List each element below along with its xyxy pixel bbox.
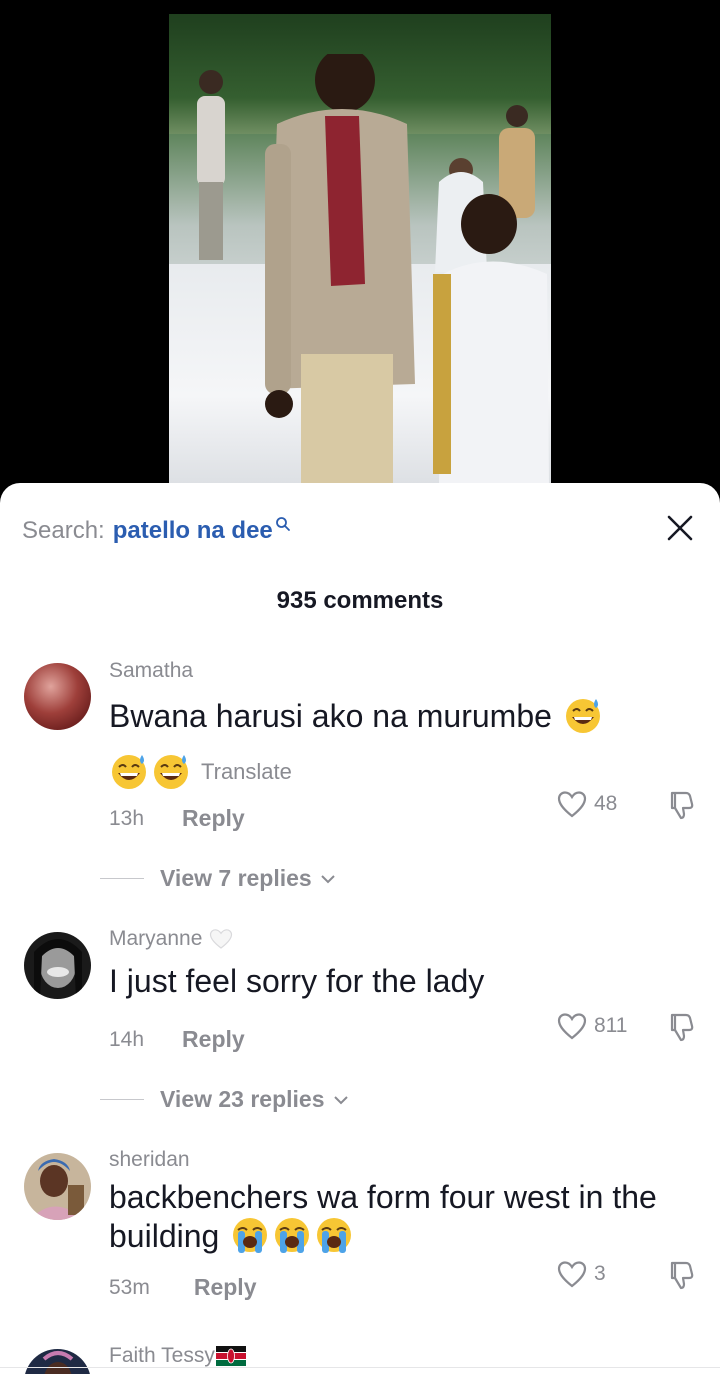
sweat-smile-emoji: [112, 755, 146, 789]
kenya-flag-icon: [215, 1346, 246, 1366]
dislike-icon[interactable]: [664, 1011, 696, 1043]
loudly-crying-emoji: [275, 1218, 310, 1253]
chevron-down-icon: [321, 874, 335, 883]
related-search[interactable]: Search: patello na dee: [22, 513, 291, 549]
search-term-link[interactable]: patello na dee: [113, 517, 273, 545]
heart-icon: [557, 1013, 587, 1040]
comment-username[interactable]: Maryanne: [109, 927, 234, 951]
sweat-smile-emoji: [154, 755, 188, 789]
view-replies-label: View 7 replies: [160, 865, 312, 891]
avatar[interactable]: [24, 663, 91, 730]
comment-username[interactable]: Samatha: [109, 659, 193, 683]
comments-count: 935 comments: [276, 587, 444, 614]
sweat-smile-emoji: [565, 699, 600, 733]
divider: [100, 878, 144, 879]
comment-text-body: backbenchers wa form four west in the bu…: [109, 1179, 657, 1254]
comment-username-text: Faith Tessy: [109, 1344, 215, 1367]
search-icon: [275, 517, 290, 531]
comment-time: 13h: [109, 806, 145, 830]
comment-text: I just feel sorry for the lady: [109, 963, 485, 999]
comment-text: Bwana harusi ako na murumbe Translate: [109, 695, 699, 791]
comment-text: backbenchers wa form four west in the bu…: [109, 1179, 699, 1255]
like-button[interactable]: 48: [556, 789, 617, 819]
comment-username[interactable]: sheridan: [109, 1148, 190, 1172]
avatar[interactable]: [24, 1153, 91, 1220]
comments-sheet: Search: patello na dee 935 comments Sama…: [0, 483, 720, 1374]
like-count: 48: [594, 792, 618, 815]
reply-button[interactable]: Reply: [194, 1274, 257, 1301]
chevron-down-icon: [333, 1095, 348, 1104]
like-button[interactable]: 3: [556, 1259, 606, 1289]
avatar[interactable]: [24, 932, 91, 999]
reply-button[interactable]: Reply: [182, 805, 245, 832]
video-man-figure: [265, 54, 415, 484]
avatar[interactable]: [24, 1349, 91, 1374]
loudly-crying-emoji: [233, 1218, 268, 1253]
translate-link[interactable]: Translate: [201, 759, 292, 784]
reply-button[interactable]: Reply: [182, 1026, 245, 1053]
comment-meta: 13h Reply: [109, 805, 245, 832]
video-player[interactable]: [0, 0, 720, 500]
comment-meta: 14h Reply: [109, 1026, 245, 1053]
like-count: 3: [594, 1262, 606, 1285]
comment-text-body: Bwana harusi ako na murumbe: [109, 698, 552, 734]
heart-icon: [557, 1261, 587, 1288]
video-frame[interactable]: [169, 14, 551, 484]
view-replies-label: View 23 replies: [160, 1086, 325, 1112]
divider: [100, 1099, 144, 1100]
search-label: Search:: [22, 517, 105, 544]
loudly-crying-emoji: [317, 1218, 352, 1253]
like-button[interactable]: 811: [556, 1011, 627, 1041]
dislike-icon[interactable]: [664, 789, 696, 821]
divider: [0, 1367, 720, 1368]
white-heart-icon: [210, 929, 233, 949]
comment-time: 14h: [109, 1027, 145, 1051]
like-count: 811: [594, 1014, 628, 1037]
view-replies-button[interactable]: View 23 replies: [100, 1086, 349, 1113]
video-groom-figure: [433, 194, 549, 484]
comment-time: 53m: [109, 1275, 150, 1299]
close-icon[interactable]: [663, 511, 697, 545]
comment-username[interactable]: Faith Tessy: [109, 1344, 246, 1368]
comment-meta: 53m Reply: [109, 1274, 257, 1301]
view-replies-button[interactable]: View 7 replies: [100, 865, 336, 892]
dislike-icon[interactable]: [664, 1259, 696, 1291]
comment-username-text: Maryanne: [109, 927, 203, 950]
video-guest-figure: [197, 70, 225, 260]
heart-icon: [557, 791, 587, 818]
